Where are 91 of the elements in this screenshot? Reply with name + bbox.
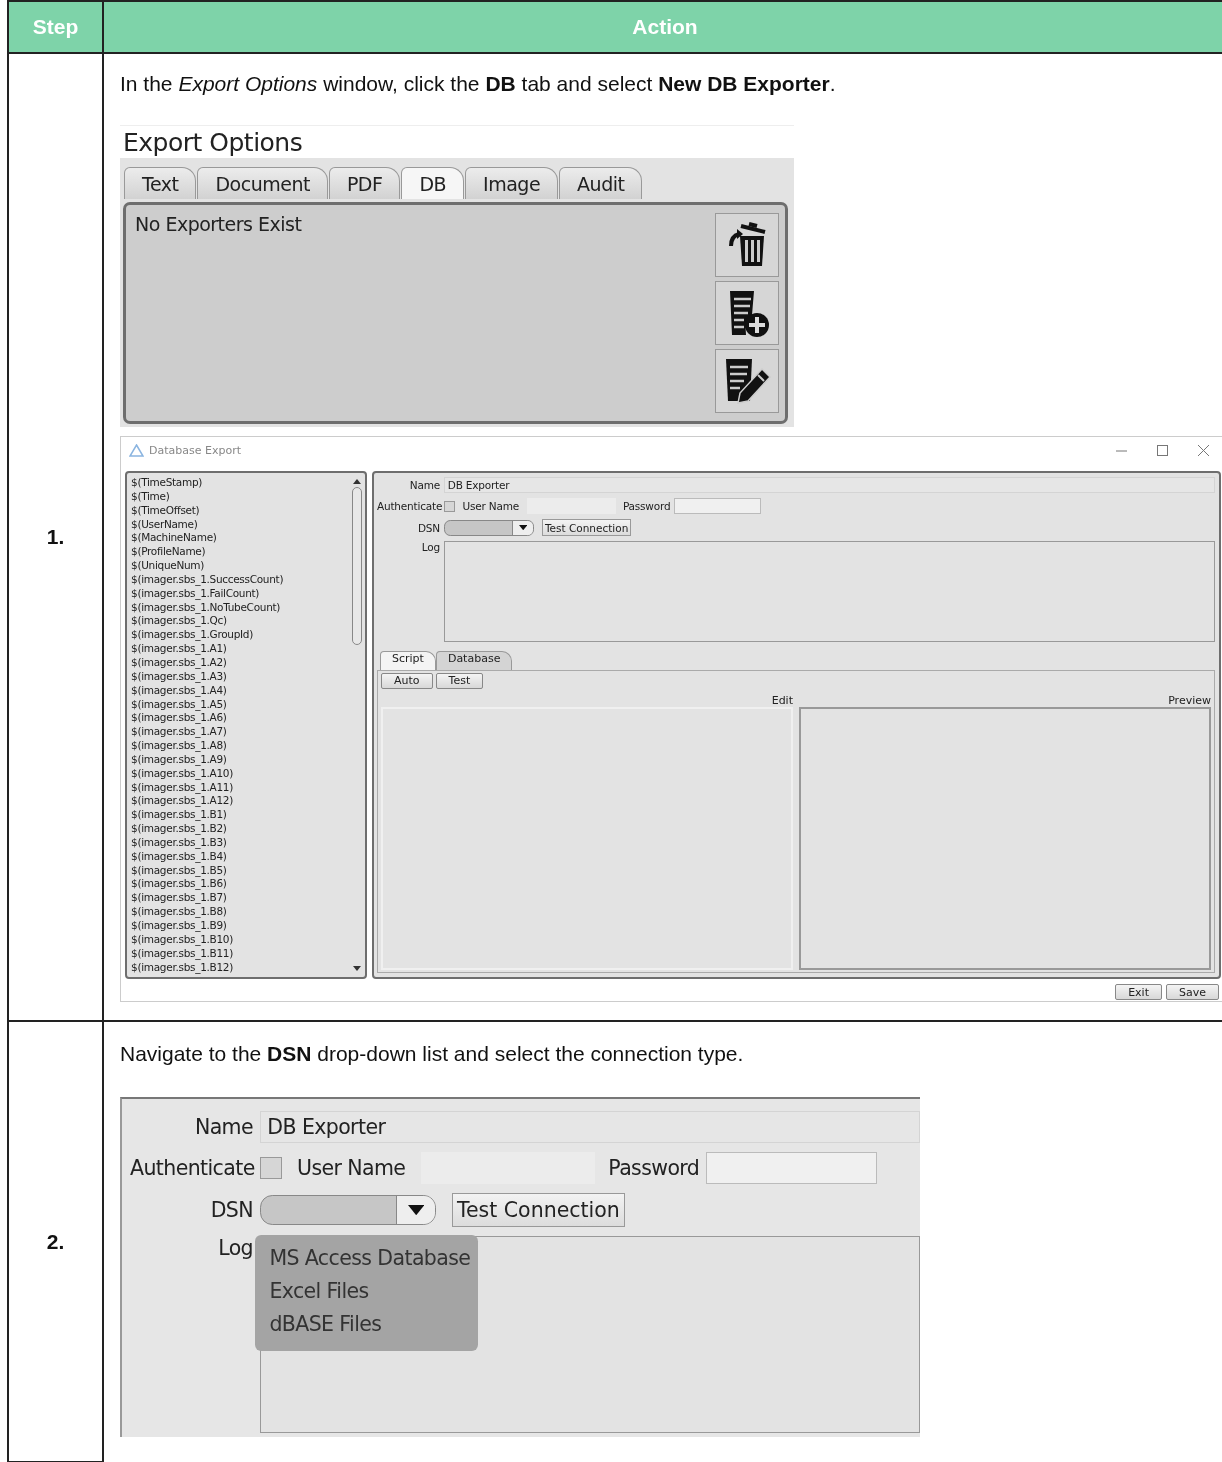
user-name-label: User Name xyxy=(462,500,519,513)
list-item[interactable]: $(Time) xyxy=(131,489,351,504)
tab[interactable]: Audit xyxy=(559,167,643,199)
password-label: Password xyxy=(608,1155,700,1180)
column-header: Step xyxy=(9,2,104,54)
list-item[interactable]: $(TimeStamp) xyxy=(131,476,351,490)
tab[interactable]: Text xyxy=(124,167,197,199)
list-item[interactable]: $(imager.sbs_1.B11) xyxy=(131,946,351,961)
name-field[interactable]: DB Exporter xyxy=(260,1111,920,1143)
list-item[interactable]: $(ProfileName) xyxy=(131,545,351,560)
list-item[interactable]: $(imager.sbs_1.GroupId) xyxy=(131,628,351,643)
list-item[interactable]: $(imager.sbs_1.B3) xyxy=(131,835,351,850)
menu-item[interactable]: dBASE Files xyxy=(255,1307,479,1341)
triangle-icon xyxy=(129,443,144,457)
list-item[interactable]: $(imager.sbs_1.SuccessCount) xyxy=(131,572,351,587)
step-number: 1. xyxy=(46,525,65,549)
list-item[interactable]: $(imager.sbs_1.A2) xyxy=(131,655,351,670)
dsn-label: DSN xyxy=(209,1197,253,1222)
edit-label: Edit xyxy=(770,693,793,707)
list-item[interactable]: $(imager.sbs_1.A11) xyxy=(131,780,351,795)
edit-document-button[interactable] xyxy=(715,349,779,413)
user-name-label: User Name xyxy=(297,1155,406,1180)
test-connection-button[interactable]: Test Connection xyxy=(541,518,632,537)
list-item[interactable]: $(imager.sbs_1.B2) xyxy=(131,822,351,836)
tab[interactable]: Script xyxy=(380,650,436,670)
list-item[interactable]: $(imager.sbs_1.B1) xyxy=(131,808,351,823)
dsn-dropdown[interactable] xyxy=(260,1194,437,1226)
list-item[interactable]: $(imager.sbs_1.FailCount) xyxy=(131,586,351,601)
trash-button[interactable] xyxy=(715,213,779,277)
log-label: Log xyxy=(217,1236,253,1260)
name-label: Name xyxy=(408,479,440,492)
list-item[interactable]: $(imager.sbs_1.B7) xyxy=(131,891,351,906)
menu-item[interactable]: MS Access Database xyxy=(255,1242,479,1275)
menu-item[interactable]: Excel Files xyxy=(255,1275,479,1308)
log-label: Log xyxy=(420,541,440,553)
list-item[interactable]: $(imager.sbs_1.A4) xyxy=(131,683,351,698)
add-document-button[interactable] xyxy=(715,281,779,345)
list-item[interactable]: $(imager.sbs_1.A10) xyxy=(131,766,351,781)
list-item[interactable]: $(imager.sbs_1.B9) xyxy=(131,919,351,933)
caret-icon xyxy=(518,525,528,531)
toolbar-button[interactable]: Test xyxy=(435,672,484,689)
tab[interactable]: DB xyxy=(401,167,465,199)
authenticate-label: Authenticate xyxy=(377,500,440,513)
list-item[interactable]: $(imager.sbs_1.B5) xyxy=(131,863,351,878)
password-label: Password xyxy=(622,500,671,513)
tab[interactable]: Document xyxy=(197,167,328,199)
list-item[interactable]: $(imager.sbs_1.A12) xyxy=(131,794,351,809)
tab[interactable]: PDF xyxy=(328,167,401,199)
dsn-label: DSN xyxy=(417,521,440,534)
list-item[interactable]: $(imager.sbs_1.A7) xyxy=(131,725,351,740)
tab[interactable]: Database xyxy=(435,650,513,670)
list-item[interactable]: $(imager.sbs_1.A8) xyxy=(131,739,351,753)
list-item[interactable]: $(imager.sbs_1.Qc) xyxy=(131,614,351,629)
name-label: Name xyxy=(193,1114,253,1139)
authenticate-label: Authenticate xyxy=(130,1155,253,1180)
caret-icon xyxy=(407,1204,425,1215)
toolbar-button[interactable]: Auto xyxy=(381,672,433,689)
instruction-text: In the Export Options window, click the DB tab and select New DB Exporter. xyxy=(120,71,837,97)
dialog-button[interactable]: Save xyxy=(1166,984,1219,1000)
password-field[interactable] xyxy=(706,1152,877,1184)
list-item[interactable]: $(imager.sbs_1.NoTubeCount) xyxy=(131,600,351,615)
test-connection-button[interactable]: Test Connection xyxy=(451,1192,625,1227)
list-item[interactable]: $(MachineName) xyxy=(131,531,351,546)
list-item[interactable]: $(imager.sbs_1.A5) xyxy=(131,697,351,712)
list-item[interactable]: $(imager.sbs_1.A6) xyxy=(131,711,351,726)
empty-message: No Exporters Exist xyxy=(135,213,302,237)
column-header: Action xyxy=(104,2,1222,54)
list-item[interactable]: $(imager.sbs_1.B4) xyxy=(131,849,351,864)
list-item[interactable]: $(imager.sbs_1.B10) xyxy=(131,932,351,947)
list-item[interactable]: $(UniqueNum) xyxy=(131,559,351,573)
list-item[interactable]: $(imager.sbs_1.A9) xyxy=(131,752,351,767)
close-icon[interactable] xyxy=(1198,444,1209,456)
list-item[interactable]: $(imager.sbs_1.B8) xyxy=(131,905,351,919)
dsn-dropdown[interactable] xyxy=(443,519,534,536)
authenticate-checkbox[interactable] xyxy=(260,1157,282,1179)
list-item[interactable]: $(TimeOffset) xyxy=(131,503,351,518)
window-title: Database Export xyxy=(149,443,242,457)
maximize-icon[interactable] xyxy=(1157,444,1168,456)
list-item[interactable]: $(imager.sbs_1.A1) xyxy=(131,642,351,656)
authenticate-checkbox[interactable] xyxy=(443,500,455,512)
tab[interactable]: Image xyxy=(465,167,559,199)
list-item[interactable]: $(UserName) xyxy=(131,517,351,532)
list-item[interactable]: $(imager.sbs_1.B6) xyxy=(131,877,351,892)
name-field[interactable]: DB Exporter xyxy=(443,477,1215,494)
dialog-button[interactable]: Exit xyxy=(1115,984,1162,1000)
list-item[interactable]: $(imager.sbs_1.A3) xyxy=(131,669,351,684)
list-item[interactable]: $(imager.sbs_1.B12) xyxy=(131,960,351,975)
instruction-text: Navigate to the DSN drop-down list and select the connection type. xyxy=(120,1041,745,1067)
password-field[interactable] xyxy=(674,498,762,515)
preview-label: Preview xyxy=(1167,693,1211,707)
step-number: 2. xyxy=(46,1229,65,1254)
